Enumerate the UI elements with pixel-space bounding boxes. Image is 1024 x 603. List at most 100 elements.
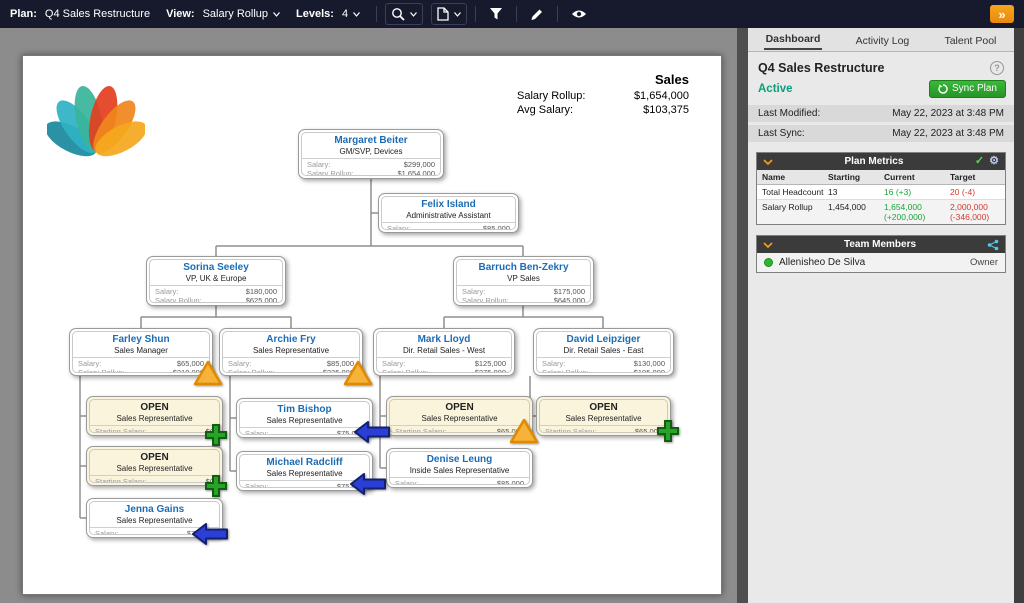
employee-name: Felix Island bbox=[382, 199, 515, 211]
employee-title: VP Sales bbox=[457, 274, 590, 283]
column-header: Name bbox=[762, 172, 826, 182]
employee-name: OPEN bbox=[90, 402, 219, 414]
tab-activity-log[interactable]: Activity Log bbox=[854, 33, 912, 50]
metrics-row: Total Headcount 13 16 (+3) 20 (-4) bbox=[757, 185, 1005, 200]
sync-plan-button[interactable]: Sync Plan bbox=[929, 80, 1006, 98]
field-label: Salary Rollup: bbox=[462, 296, 509, 303]
employee-name: OPEN bbox=[90, 452, 219, 464]
collapse-panel-button[interactable]: » bbox=[990, 5, 1014, 23]
metric-current: 16 (+3) bbox=[884, 187, 948, 197]
plan-name: Q4 Sales Restructure bbox=[45, 8, 150, 20]
org-node[interactable]: Barruch Ben-ZekryVP Sales Salary:$175,00… bbox=[453, 256, 594, 306]
field-label: Salary: bbox=[387, 224, 410, 230]
add-role-icon[interactable] bbox=[203, 422, 229, 448]
employee-name: Sorina Seeley bbox=[150, 262, 282, 274]
field-label: Salary: bbox=[78, 359, 101, 368]
employee-name: OPEN bbox=[390, 402, 529, 414]
last-modified-row: Last Modified: May 22, 2023 at 3:48 PM bbox=[748, 105, 1014, 122]
employee-name: Farley Shun bbox=[73, 334, 209, 346]
plan-label: Plan: bbox=[10, 8, 37, 20]
view-dropdown[interactable]: Salary Rollup bbox=[203, 8, 280, 20]
field-value: $125,000 bbox=[475, 359, 506, 368]
window-scrollbar[interactable] bbox=[1014, 28, 1024, 603]
move-role-icon[interactable] bbox=[191, 522, 229, 546]
org-node[interactable]: David LeipzigerDir. Retail Sales - East … bbox=[533, 328, 674, 376]
field-label: Salary Rollup: bbox=[382, 368, 429, 373]
chevron-down-icon bbox=[353, 12, 360, 17]
summary-label: Avg Salary: bbox=[517, 103, 573, 117]
last-modified-value: May 22, 2023 at 3:48 PM bbox=[892, 108, 1004, 119]
employee-title: Sales Representative bbox=[223, 346, 359, 355]
levels-dropdown[interactable]: 4 bbox=[342, 8, 360, 20]
field-label: Salary: bbox=[307, 160, 330, 169]
warning-icon[interactable] bbox=[193, 360, 223, 386]
help-icon[interactable]: ? bbox=[990, 61, 1004, 75]
org-chart-workspace[interactable]: Sales Salary Rollup: $1,654,000 Avg Sala… bbox=[0, 28, 737, 603]
org-node[interactable]: Archie FrySales Representative Salary:$8… bbox=[219, 328, 363, 376]
employee-name: Margaret Beiter bbox=[302, 135, 440, 147]
plan-metrics-title: Plan Metrics bbox=[778, 156, 970, 167]
org-node[interactable]: Farley ShunSales Manager Salary:$65,000 … bbox=[69, 328, 213, 376]
view-dropdown-value: Salary Rollup bbox=[203, 8, 268, 20]
field-label: Salary Rollup: bbox=[307, 169, 354, 176]
sidebar-tabs: Dashboard Activity Log Talent Pool bbox=[748, 28, 1014, 52]
employee-title: GM/SVP, Devices bbox=[302, 147, 440, 156]
export-dropdown-button[interactable] bbox=[431, 3, 467, 25]
field-label: Salary: bbox=[462, 287, 485, 296]
chevron-down-icon bbox=[410, 12, 417, 17]
toolbar: Plan: Q4 Sales Restructure View: Salary … bbox=[0, 0, 1024, 28]
gear-icon[interactable]: ⚙ bbox=[989, 156, 999, 167]
org-node[interactable]: Felix IslandAdministrative Assistant Sal… bbox=[378, 193, 519, 233]
field-label: Salary Rollup: bbox=[542, 368, 589, 373]
move-role-icon[interactable] bbox=[353, 420, 391, 444]
metric-starting: 1,454,000 bbox=[828, 202, 882, 222]
employee-name: Denise Leung bbox=[390, 454, 529, 466]
field-label: Salary: bbox=[155, 287, 178, 296]
check-icon[interactable]: ✓ bbox=[975, 156, 984, 167]
team-member-row[interactable]: Allenisheo De Silva Owner bbox=[757, 253, 1005, 272]
add-role-icon[interactable] bbox=[203, 473, 229, 499]
share-icon[interactable] bbox=[987, 239, 999, 251]
employee-title: Sales Representative bbox=[540, 414, 667, 423]
field-label: Salary: bbox=[395, 479, 418, 485]
visibility-button[interactable] bbox=[566, 8, 592, 20]
org-chart-canvas[interactable]: Sales Salary Rollup: $1,654,000 Avg Sala… bbox=[22, 55, 722, 595]
move-role-icon[interactable] bbox=[349, 472, 387, 496]
org-node[interactable]: Sorina SeeleyVP, UK & Europe Salary:$180… bbox=[146, 256, 286, 306]
field-value: $195,000 bbox=[634, 368, 665, 373]
field-label: Salary: bbox=[542, 359, 565, 368]
warning-icon[interactable] bbox=[509, 418, 539, 444]
field-label: Salary: bbox=[245, 482, 268, 488]
metric-target: 2,000,000 (-346,000) bbox=[950, 202, 1000, 222]
view-label: View: bbox=[166, 8, 195, 20]
field-label: Salary Rollup: bbox=[78, 368, 125, 373]
tab-dashboard[interactable]: Dashboard bbox=[764, 31, 823, 50]
add-role-icon[interactable] bbox=[655, 418, 681, 444]
warning-icon[interactable] bbox=[343, 360, 373, 386]
org-node[interactable]: Denise LeungInside Sales Representative … bbox=[386, 448, 533, 488]
tab-talent-pool[interactable]: Talent Pool bbox=[942, 33, 998, 50]
field-label: Salary Rollup: bbox=[155, 296, 202, 303]
filter-button[interactable] bbox=[484, 7, 508, 21]
collapse-chevron-icon[interactable] bbox=[763, 242, 773, 248]
metric-starting: 13 bbox=[828, 187, 882, 197]
field-value: $85,000 bbox=[497, 479, 524, 485]
panel-splitter[interactable] bbox=[737, 28, 748, 603]
employee-name: Mark Lloyd bbox=[377, 334, 511, 346]
document-icon bbox=[437, 7, 449, 21]
org-node[interactable]: Margaret BeiterGM/SVP, Devices Salary:$2… bbox=[298, 129, 444, 179]
edit-icon bbox=[530, 7, 544, 21]
org-node-open[interactable]: OPENSales Representative Starting Salary… bbox=[536, 396, 671, 436]
edit-button[interactable] bbox=[525, 7, 549, 21]
levels-dropdown-value: 4 bbox=[342, 8, 348, 20]
plan-sidebar: Dashboard Activity Log Talent Pool Q4 Sa… bbox=[748, 28, 1014, 603]
field-label: Starting Salary: bbox=[95, 477, 146, 483]
zoom-dropdown-button[interactable] bbox=[385, 3, 423, 25]
employee-title: Dir. Retail Sales - West bbox=[377, 346, 511, 355]
column-header: Target bbox=[950, 172, 1000, 182]
employee-title: Inside Sales Representative bbox=[390, 466, 529, 475]
field-value: $175,000 bbox=[554, 287, 585, 296]
collapse-chevron-icon[interactable] bbox=[763, 159, 773, 165]
org-node[interactable]: Mark LloydDir. Retail Sales - West Salar… bbox=[373, 328, 515, 376]
summary-title: Sales bbox=[517, 72, 689, 87]
